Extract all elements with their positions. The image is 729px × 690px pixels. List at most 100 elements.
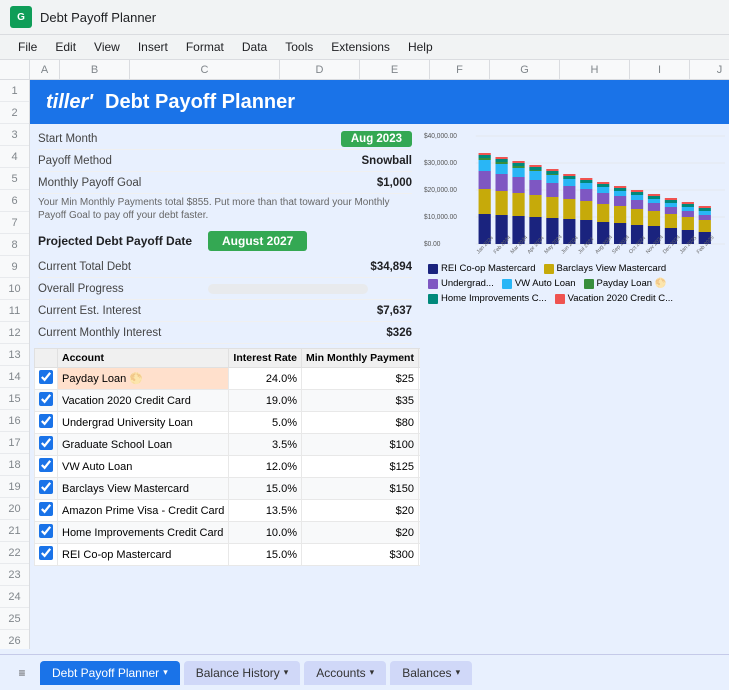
account-name: Vacation 2020 Credit Card	[58, 390, 229, 412]
row-num-26: 26	[0, 630, 29, 649]
spreadsheet: 1234567891011121314151617181920212223242…	[0, 80, 729, 649]
legend-item: Home Improvements C...	[428, 293, 547, 304]
table-row: Payday Loan 🌕24.0%$259$801$1,000	[35, 368, 421, 390]
col-header-H: H	[560, 60, 630, 79]
row-num-11: 11	[0, 300, 29, 322]
account-checkbox[interactable]	[39, 524, 53, 538]
tab-balances[interactable]: Balances▾	[390, 661, 472, 685]
menu-item-view[interactable]: View	[86, 37, 128, 57]
interest-rate: 10.0%	[229, 522, 302, 544]
tab-accounts[interactable]: Accounts▾	[304, 661, 386, 685]
menu-item-help[interactable]: Help	[400, 37, 441, 57]
tab-label: Debt Payoff Planner	[52, 666, 159, 680]
svg-text:$30,000.00: $30,000.00	[424, 160, 457, 167]
legend-item: VW Auto Loan	[502, 278, 576, 289]
menu-item-file[interactable]: File	[10, 37, 45, 57]
row-num-13: 13	[0, 344, 29, 366]
menu-item-data[interactable]: Data	[234, 37, 275, 57]
chart-area: $40,000.00 $30,000.00 $20,000.00 $10,000…	[424, 128, 725, 288]
tab-bar: ≡ Debt Payoff Planner▾Balance History▾Ac…	[0, 654, 729, 690]
menu-item-extensions[interactable]: Extensions	[323, 37, 398, 57]
table-row: Home Improvements Credit Card10.0%$202$4…	[35, 522, 421, 544]
col-header-checkbox	[35, 349, 58, 368]
account-checkbox[interactable]	[39, 546, 53, 560]
menu-bar: FileEditViewInsertFormatDataToolsExtensi…	[0, 35, 729, 60]
table-row: Undergrad University Loan5.0%$807$6,210$…	[35, 412, 421, 434]
start-month-value: Aug 2023	[208, 133, 412, 145]
row-num-6: 6	[0, 190, 29, 212]
tiller-logo: tiller'	[46, 91, 93, 114]
account-checkbox[interactable]	[39, 458, 53, 472]
account-name: Undergrad University Loan	[58, 412, 229, 434]
legend-color-dot	[584, 279, 594, 289]
interest-rate: 15.0%	[229, 478, 302, 500]
menu-item-format[interactable]: Format	[178, 37, 232, 57]
legend-label: Home Improvements C...	[441, 293, 547, 304]
row-num-10: 10	[0, 278, 29, 300]
row-num-23: 23	[0, 564, 29, 586]
table-row: Graduate School Loan3.5%$1006$5,689$5,68…	[35, 434, 421, 456]
interest-rate: 13.5%	[229, 500, 302, 522]
projected-date-value: August 2027	[208, 231, 307, 251]
row-num-12: 12	[0, 322, 29, 344]
est-interest-row: Current Est. Interest $7,637	[38, 300, 412, 322]
bar-chart: $40,000.00 $30,000.00 $20,000.00 $10,000…	[424, 128, 725, 258]
min-payment: $125	[302, 456, 419, 478]
est-interest-value: $7,637	[208, 305, 412, 317]
row-num-17: 17	[0, 432, 29, 454]
min-payment: $20	[302, 522, 419, 544]
row-num-18: 18	[0, 454, 29, 476]
col-header-rate: Interest Rate	[229, 349, 302, 368]
tab-debt-payoff-planner[interactable]: Debt Payoff Planner▾	[40, 661, 180, 685]
account-checkbox[interactable]	[39, 392, 53, 406]
menu-item-edit[interactable]: Edit	[47, 37, 84, 57]
legend-item: REI Co-op Mastercard	[428, 263, 536, 274]
account-checkbox[interactable]	[39, 480, 53, 494]
account-name: Barclays View Mastercard	[58, 478, 229, 500]
min-payment: $25	[302, 368, 419, 390]
account-checkbox[interactable]	[39, 436, 53, 450]
progress-bar-bg	[208, 284, 368, 294]
min-payment: $300	[302, 544, 419, 566]
col-header-J: J	[690, 60, 729, 79]
start-month-row: Start Month Aug 2023	[38, 128, 412, 150]
hamburger-button[interactable]: ≡	[8, 659, 36, 687]
legend-item: Vacation 2020 Credit C...	[555, 293, 673, 304]
tab-label: Accounts	[316, 666, 365, 680]
left-panel: Start Month Aug 2023 Payoff Method Snowb…	[30, 124, 420, 649]
monthly-interest-row: Current Monthly Interest $326	[38, 322, 412, 344]
projected-date-row: Projected Debt Payoff Date August 2027	[38, 228, 412, 254]
interest-rate: 19.0%	[229, 390, 302, 412]
menu-item-insert[interactable]: Insert	[130, 37, 176, 57]
legend-color-dot	[544, 264, 554, 274]
min-payment: $100	[302, 434, 419, 456]
account-name: Payday Loan 🌕	[58, 368, 229, 390]
account-checkbox[interactable]	[39, 502, 53, 516]
overall-progress-row: Overall Progress	[38, 278, 412, 300]
account-name: Home Improvements Credit Card	[58, 522, 229, 544]
app-icon-letter: G	[17, 12, 25, 23]
tab-balance-history[interactable]: Balance History▾	[184, 661, 301, 685]
row-numbers: 1234567891011121314151617181920212223242…	[0, 80, 30, 649]
start-month-label: Start Month	[38, 133, 208, 145]
legend-color-dot	[428, 279, 438, 289]
app-title: Debt Payoff Planner	[40, 10, 156, 25]
app-icon: G	[10, 6, 32, 28]
min-payment: $80	[302, 412, 419, 434]
col-header-row-num	[0, 60, 30, 79]
account-name: VW Auto Loan	[58, 456, 229, 478]
row-num-15: 15	[0, 388, 29, 410]
legend-color-dot	[555, 294, 565, 304]
overall-progress-label: Overall Progress	[38, 283, 208, 295]
payoff-method-label: Payoff Method	[38, 155, 208, 167]
row-num-8: 8	[0, 234, 29, 256]
account-checkbox[interactable]	[39, 414, 53, 428]
hamburger-icon: ≡	[18, 666, 25, 680]
svg-text:$20,000.00: $20,000.00	[424, 187, 457, 194]
est-interest-label: Current Est. Interest	[38, 305, 208, 317]
col-header-D: D	[280, 60, 360, 79]
account-checkbox[interactable]	[39, 370, 53, 384]
row-num-14: 14	[0, 366, 29, 388]
banner-title: Debt Payoff Planner	[105, 91, 295, 114]
menu-item-tools[interactable]: Tools	[277, 37, 321, 57]
